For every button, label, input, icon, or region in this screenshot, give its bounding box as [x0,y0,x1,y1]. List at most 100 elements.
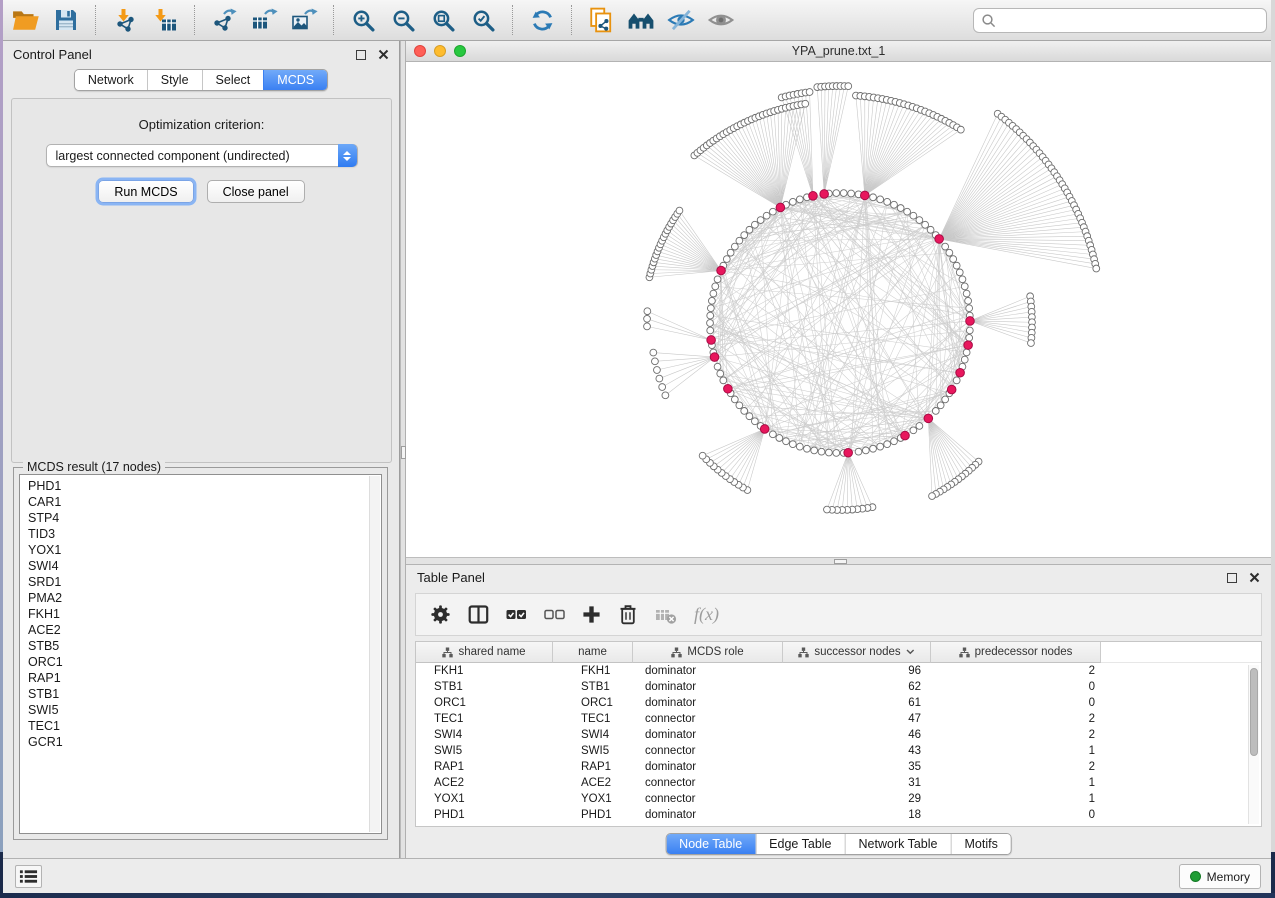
mcds-result-item[interactable]: STP4 [28,510,381,526]
column-header-mcds-role[interactable]: MCDS role [633,642,783,663]
table-row[interactable]: YOX1YOX1connector291 [416,791,1261,807]
table-cell: PHD1 [416,809,553,821]
export-network-button[interactable] [207,3,241,37]
delete-table-button[interactable] [655,606,677,624]
float-panel-icon[interactable] [1227,573,1237,583]
main-toolbar [0,0,1275,41]
tab-edge-table[interactable]: Edge Table [755,834,844,854]
table-row[interactable]: SWI5SWI5connector431 [416,743,1261,759]
close-panel-icon[interactable] [378,49,389,60]
zoom-fit-button[interactable] [426,3,460,37]
mcds-result-item[interactable]: GCR1 [28,734,381,750]
deselect-all-button[interactable] [544,606,565,623]
mcds-result-item[interactable]: STB5 [28,638,381,654]
clone-network-button[interactable] [584,3,618,37]
mcds-result-item[interactable]: CAR1 [28,494,381,510]
mcds-result-item[interactable]: PMA2 [28,590,381,606]
column-header-shared-name[interactable]: shared name [416,642,553,663]
table-cell: dominator [633,729,783,741]
mcds-list-scrollbar[interactable] [369,476,380,832]
mcds-result-item[interactable]: PHD1 [28,478,381,494]
tab-network[interactable]: Network [75,70,147,90]
mcds-result-list[interactable]: PHD1CAR1STP4TID3YOX1SWI4SRD1PMA2FKH1ACE2… [19,474,382,834]
mcds-result-item[interactable]: ACE2 [28,622,381,638]
show-columns-button[interactable] [468,605,489,624]
table-scrollbar[interactable] [1248,665,1259,824]
mcds-result-item[interactable]: SWI4 [28,558,381,574]
mcds-result-item[interactable]: STB1 [28,686,381,702]
zoom-in-button[interactable] [346,3,380,37]
close-panel-button[interactable]: Close panel [207,180,305,203]
zoom-selected-button[interactable] [466,3,500,37]
table-scrollbar-thumb[interactable] [1250,668,1258,756]
table-cell: connector [633,793,783,805]
table-settings-button[interactable] [430,604,451,625]
export-table-button[interactable] [247,3,281,37]
select-stepper-icon [338,144,357,167]
tab-mcds[interactable]: MCDS [263,70,327,90]
mcds-result-item[interactable]: SWI5 [28,702,381,718]
table-row[interactable]: STB1STB1dominator620 [416,679,1261,695]
sort-descending-icon [906,649,915,655]
close-panel-icon[interactable] [1249,572,1260,583]
memory-button[interactable]: Memory [1179,864,1261,889]
table-cell: FKH1 [416,665,553,677]
network-view-titlebar[interactable]: YPA_prune.txt_1 [406,41,1271,62]
table-row[interactable]: ORC1ORC1dominator610 [416,695,1261,711]
table-cell: 1 [931,777,1101,789]
splitter-handle[interactable] [834,559,847,564]
binoculars-button[interactable] [624,3,658,37]
tab-style[interactable]: Style [147,70,202,90]
column-header-predecessor-nodes[interactable]: predecessor nodes [931,642,1101,663]
mcds-result-item[interactable]: TID3 [28,526,381,542]
mcds-result-item[interactable]: ORC1 [28,654,381,670]
open-file-button[interactable] [9,3,43,37]
show-all-button[interactable] [704,3,738,37]
column-header-successor-nodes[interactable]: successor nodes [783,642,931,663]
columns-icon [468,605,489,624]
tab-motifs[interactable]: Motifs [950,834,1010,854]
tab-node-table[interactable]: Node Table [666,834,755,854]
mcds-result-item[interactable]: SRD1 [28,574,381,590]
table-cell: TEC1 [416,713,553,725]
trash-icon [618,604,638,625]
add-column-button[interactable] [582,605,601,624]
zoom-out-button[interactable] [386,3,420,37]
tab-select[interactable]: Select [202,70,264,90]
save-session-button[interactable] [49,3,83,37]
select-all-button[interactable] [506,606,527,623]
task-history-button[interactable] [15,865,42,888]
mcds-result-item[interactable]: TEC1 [28,718,381,734]
table-row[interactable]: ACE2ACE2connector311 [416,775,1261,791]
refresh-icon [530,8,555,33]
column-header-name[interactable]: name [553,642,633,663]
table-row[interactable]: TEC1TEC1connector472 [416,711,1261,727]
table-row[interactable]: PHD1PHD1dominator180 [416,807,1261,823]
hide-selected-button[interactable] [664,3,698,37]
function-builder-button[interactable]: f(x) [694,604,719,625]
tab-network-table[interactable]: Network Table [845,834,951,854]
search-input[interactable] [997,9,1266,32]
network-canvas[interactable] [406,62,1271,557]
run-mcds-button[interactable]: Run MCDS [98,180,193,203]
table-cell: 47 [783,713,931,725]
network-graph-svg[interactable] [406,62,1271,557]
table-row[interactable]: SWI4SWI4dominator462 [416,727,1261,743]
table-cell: 1 [931,745,1101,757]
import-table-button[interactable] [148,3,182,37]
import-network-button[interactable] [108,3,142,37]
horizontal-splitter[interactable] [406,557,1271,565]
table-cell: 18 [783,809,931,821]
table-row[interactable]: RAP1RAP1dominator352 [416,759,1261,775]
float-panel-icon[interactable] [356,50,366,60]
table-row[interactable]: FKH1FKH1dominator962 [416,663,1261,679]
mcds-result-item[interactable]: RAP1 [28,670,381,686]
criterion-select[interactable]: largest connected component (undirected) [46,144,358,167]
refresh-layout-button[interactable] [525,3,559,37]
mcds-result-item[interactable]: YOX1 [28,542,381,558]
delete-column-button[interactable] [618,604,638,625]
export-image-button[interactable] [287,3,321,37]
criterion-selected-value: largest connected component (undirected) [56,149,290,163]
mcds-result-item[interactable]: FKH1 [28,606,381,622]
table-cell: dominator [633,761,783,773]
